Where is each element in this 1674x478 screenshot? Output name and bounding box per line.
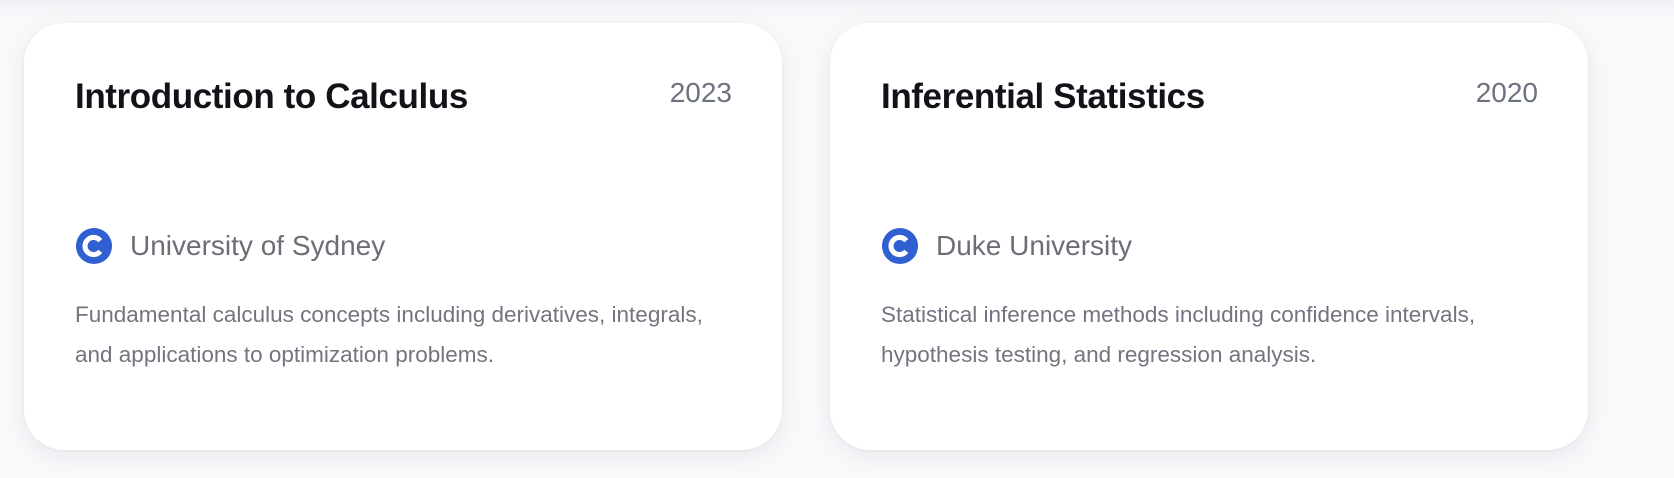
card-description: Statistical inference methods including … [881,302,1476,367]
organization-name: University of Sydney [130,230,386,261]
card-description: Fundamental calculus concepts including … [75,302,703,367]
card-year: 2020 [1475,77,1538,108]
coursera-c-icon [881,227,919,265]
card-organization: Duke University [881,227,1132,265]
coursera-c-icon [75,227,113,265]
card-organization: University of Sydney [75,227,385,265]
organization-name: Duke University [936,230,1133,261]
certificate-card[interactable]: Inferential Statistics 2020 Duke Univers… [830,23,1588,450]
card-title: Introduction to Calculus [75,77,468,116]
certificate-cards-row: Introduction to Calculus 2023 University… [24,23,1588,450]
certificate-card[interactable]: Introduction to Calculus 2023 University… [24,23,782,450]
card-title: Inferential Statistics [881,77,1205,116]
page-top-shadow [0,0,1674,20]
card-year: 2023 [669,77,732,108]
